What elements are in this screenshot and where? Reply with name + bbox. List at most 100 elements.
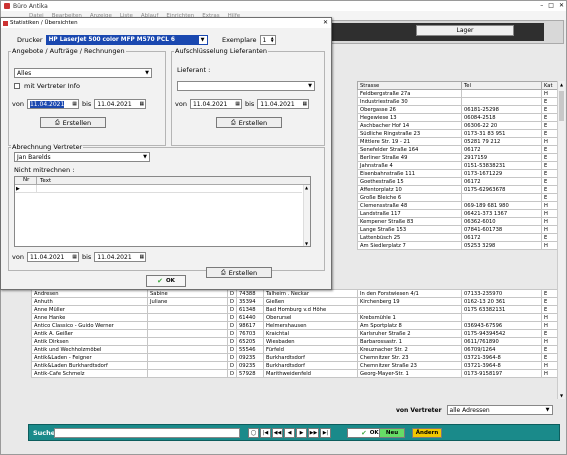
column-header-tel[interactable]: Tel	[461, 81, 542, 90]
prev-page-icon[interactable]: ◀◀	[272, 428, 283, 438]
lager-button[interactable]: Lager	[416, 25, 514, 36]
lieferanten-date-to[interactable]: 11.04.2021 ▦	[257, 99, 310, 109]
table-row[interactable]: Lattenbüsch 25 06172 E	[357, 233, 558, 242]
calendar-icon[interactable]: ▦	[140, 254, 145, 260]
column-header-strasse[interactable]: Strasse	[357, 81, 462, 90]
aendern-button[interactable]: Ändern	[412, 428, 442, 438]
calendar-icon[interactable]: ▦	[72, 254, 77, 260]
scroll-down-icon[interactable]: ▼	[558, 392, 565, 399]
table-row[interactable]: Industriestraße 30 E	[357, 97, 558, 106]
search-input[interactable]	[54, 428, 240, 438]
grid-header-text[interactable]: Text	[37, 178, 51, 184]
table-row[interactable]: Antik&Laden Burkhardtsdorf D 09235 Burkhard…	[31, 361, 558, 370]
table-row[interactable]: Landstraße 117 06421-373 1367 H	[357, 209, 558, 218]
table-cell: E	[541, 153, 558, 162]
table-row[interactable]: Affentorplatz 10 0175-62963678 E	[357, 185, 558, 194]
table-row[interactable]: Eisenbahnstraße 111 0173-1671229 E	[357, 169, 558, 178]
dialog-close-icon[interactable]: ✕	[323, 19, 328, 26]
scroll-thumb[interactable]	[559, 91, 564, 121]
abrechnung-date-from[interactable]: 11.04.2021 ▦	[26, 252, 79, 262]
table-row[interactable]: Hegewiese 13 06084-2518 E	[357, 113, 558, 122]
minimize-icon[interactable]: –	[540, 2, 543, 9]
angebote-erstellen-button[interactable]: ⎙ Erstellen	[40, 117, 106, 128]
table-row[interactable]: Antik&Laden - Feigner D 09235 Burkhardtsdor…	[31, 353, 558, 362]
table-row[interactable]: Mittlere Str. 19 - 21 05281 79 212 H	[357, 137, 558, 146]
table-cell: 35394	[236, 297, 264, 306]
table-row[interactable]: Anne Müller D 61348 Bad Homburg v.d Höhe 017…	[31, 305, 558, 314]
next-record-icon[interactable]: ▶	[296, 428, 307, 438]
table-cell: Antik A. Geißer	[31, 329, 148, 338]
calendar-icon[interactable]: ▦	[303, 101, 308, 107]
close-icon[interactable]: ✕	[559, 2, 564, 9]
column-header-kat[interactable]: Kat	[541, 81, 558, 90]
vertreter-info-checkbox-row[interactable]: mit Vertreter Info	[14, 82, 80, 90]
angebote-date-from[interactable]: 11.04.2021 ▦	[26, 99, 79, 109]
table-cell: E	[541, 177, 558, 186]
vertreter-info-checkbox[interactable]	[14, 83, 20, 89]
table-row[interactable]: Antik und Wechholzmöbel D 55546 Fürfeld Kreu…	[31, 345, 558, 354]
table-row[interactable]: Senefelder Straße 164 06172 E	[357, 145, 558, 154]
calendar-icon[interactable]: ▦	[140, 101, 145, 107]
grid-first-row[interactable]: ▶	[15, 185, 302, 193]
stepper-arrows-icon[interactable]: ▲ ▼	[271, 36, 274, 43]
neu-button[interactable]: Neu	[379, 428, 405, 438]
abrechnung-date-to[interactable]: 11.04.2021 ▦	[94, 252, 147, 262]
angebote-group-title: Angebote / Aufträge / Rechnungen	[11, 47, 126, 55]
angebote-select[interactable]: Alles ▼	[14, 68, 152, 78]
vertreter-filter-select[interactable]: alle Adressen ▼	[446, 405, 553, 415]
prev-record-icon[interactable]: ◀	[284, 428, 295, 438]
table-row[interactable]: Antik-Cafe Schmelz D 57928 Marithweidenfeld…	[31, 369, 558, 378]
table-cell: H	[541, 361, 558, 370]
table-row[interactable]: Antik A. Geißer D 76703 Kraichtal Karlsruher…	[31, 329, 558, 338]
table-cell	[461, 193, 542, 202]
table-row[interactable]: Jahnstraße 4 0151-53838231 E	[357, 161, 558, 170]
table-cell: 03721-3964-8	[461, 353, 542, 362]
drucker-select[interactable]: HP LaserJet 500 color MFP M570 PCL 6 ▼	[45, 35, 208, 45]
table-row[interactable]: Feldbergstraße 27a H	[357, 89, 558, 98]
vertreter-select[interactable]: Jan Barelds ▼	[14, 152, 150, 162]
table-row[interactable]: Antik Dirksen D 65205 Wiesbaden Barbarossast…	[31, 337, 558, 346]
scroll-down-icon[interactable]: ▼	[305, 241, 308, 246]
lieferanten-date-from[interactable]: 11.04.2021 ▦	[189, 99, 242, 109]
table-cell: Große Bleiche 6	[357, 193, 462, 202]
table-cell	[461, 313, 542, 322]
last-record-icon[interactable]: ▶|	[320, 428, 331, 438]
abrechnung-erstellen-button[interactable]: ⎙ Erstellen	[206, 267, 272, 278]
table-row[interactable]: Aschbacher Hof 14 06306-22 20 E	[357, 121, 558, 130]
scroll-up-icon[interactable]: ▲	[305, 185, 308, 190]
search-glass-icon[interactable]: ◯	[248, 428, 259, 438]
first-record-icon[interactable]: |◀	[260, 428, 271, 438]
table-row[interactable]: Clemensstraße 48 069-189 681 980 H	[357, 201, 558, 210]
lieferanten-erstellen-button[interactable]: ⎙ Erstellen	[216, 117, 282, 128]
table-row[interactable]: Kempener Straße 83 06362-6010 H	[357, 217, 558, 226]
table-row[interactable]: Südliche Ringstraße 23 0173-31 83 951 E	[357, 129, 558, 138]
dialog-ok-button[interactable]: ✔ OK	[146, 275, 186, 287]
table-cell: H	[541, 137, 558, 146]
table-row[interactable]: Berliner Straße 49 2917159 E	[357, 153, 558, 162]
table-row[interactable]: Goethestraße 15 06172 E	[357, 177, 558, 186]
table-row[interactable]: Große Bleiche 6 E	[357, 193, 558, 202]
main-grid-scrollbar[interactable]: ▲ ▼	[557, 81, 565, 399]
exemplare-stepper[interactable]: 1 ▲ ▼	[259, 35, 276, 45]
table-cell	[147, 329, 228, 338]
table-cell: Südliche Ringstraße 23	[357, 129, 462, 138]
nicht-mitrechnen-grid[interactable]: Nr Text ▶ ▲ ▼	[14, 176, 311, 247]
calendar-icon[interactable]: ▦	[235, 101, 240, 107]
table-row[interactable]: Antico Classico - Guido Werner D 98617 Helm…	[31, 321, 558, 330]
next-page-icon[interactable]: ▶▶	[308, 428, 319, 438]
table-cell: 0173-31 83 951	[461, 129, 542, 138]
lieferant-select[interactable]: ▼	[177, 81, 315, 91]
table-row[interactable]: Anhuth Juliane D 35394 Gießen Kirchenberg 19 0…	[31, 297, 558, 306]
table-row[interactable]: Andresen Sabine D 74388 Talheim . Neckar In d…	[31, 289, 558, 298]
scroll-up-icon[interactable]: ▲	[558, 81, 565, 88]
table-row[interactable]: Anne Hanke D 61440 Oberursel Krebsmühle 1 H	[31, 313, 558, 322]
angebote-date-to[interactable]: 11.04.2021 ▦	[94, 99, 147, 109]
grid-header-nr[interactable]: Nr	[15, 176, 37, 185]
table-row[interactable]: Obergasse 26 06181-25298 E	[357, 105, 558, 114]
table-row[interactable]: Lange Straße 153 07841-601738 H	[357, 225, 558, 234]
calendar-icon[interactable]: ▦	[72, 101, 77, 107]
table-cell: Affentorplatz 10	[357, 185, 462, 194]
table-row[interactable]: Am Siedlerplatz 7 05253 3298 H	[357, 241, 558, 250]
grid-scrollbar[interactable]: ▲ ▼	[303, 185, 310, 246]
maximize-icon[interactable]: □	[548, 2, 554, 9]
